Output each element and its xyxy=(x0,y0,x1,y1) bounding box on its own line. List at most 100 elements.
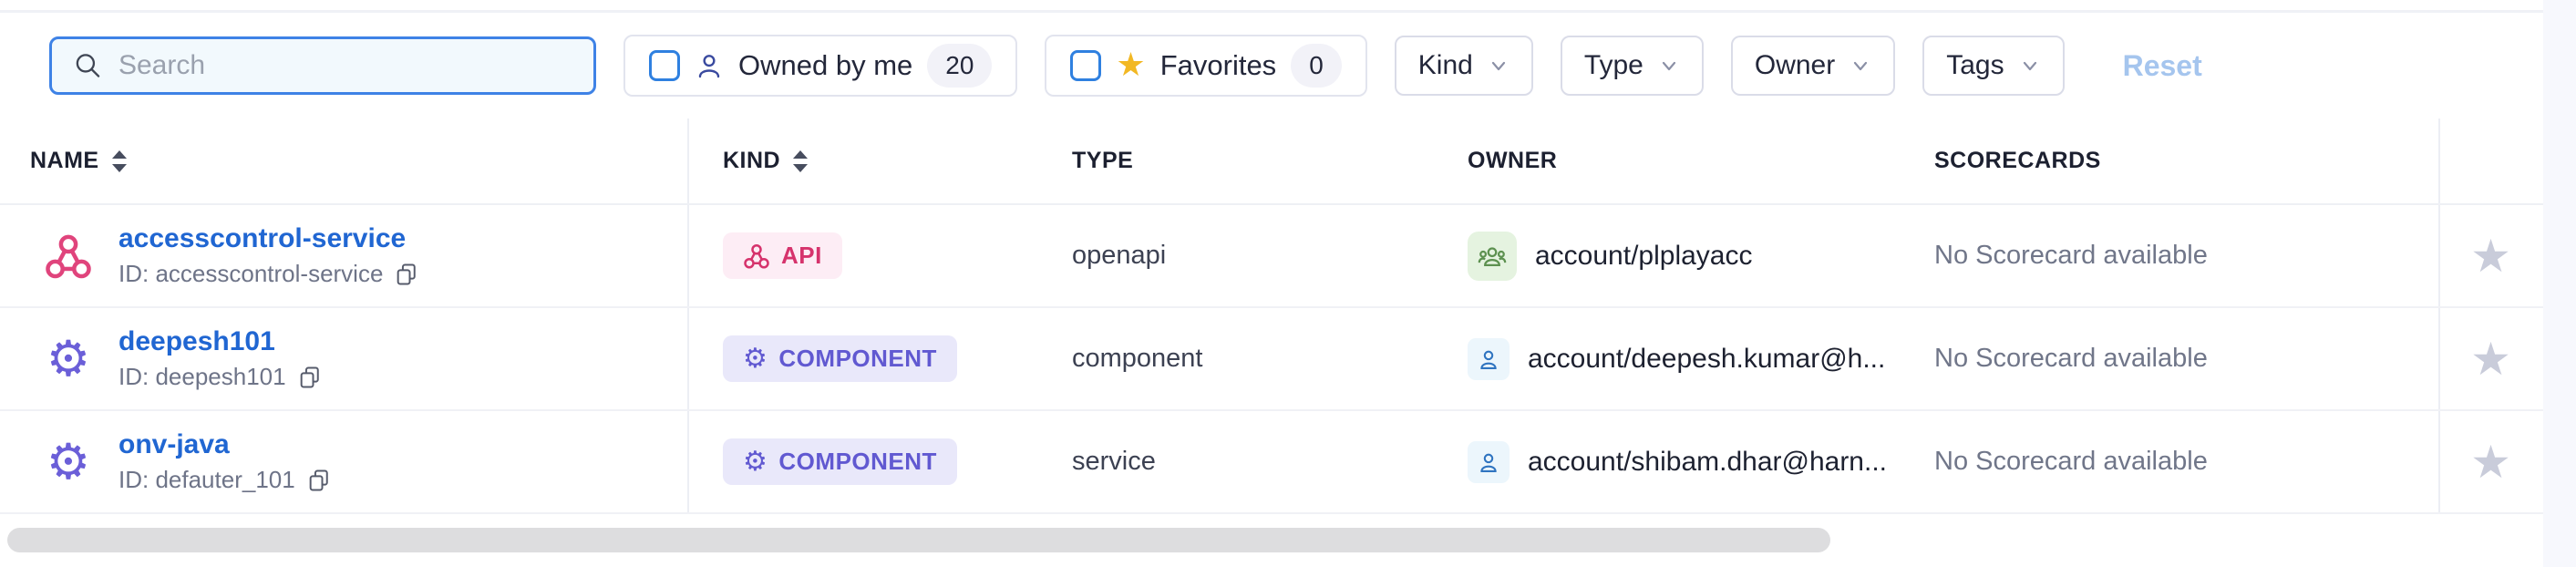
type-cell: openapi xyxy=(1072,205,1468,306)
scorecard-status: No Scorecard available xyxy=(1934,344,2208,374)
gear-icon: ⚙ xyxy=(42,438,95,487)
column-header-type: TYPE xyxy=(1072,119,1468,203)
kind-badge-label: API xyxy=(781,242,822,270)
entity-name-link[interactable]: deepesh101 xyxy=(118,326,323,357)
scorecard-status: No Scorecard available xyxy=(1934,447,2208,477)
owned-by-me-label: Owned by me xyxy=(738,49,912,82)
entity-name-link[interactable]: onv-java xyxy=(118,429,332,460)
user-icon xyxy=(1468,441,1510,483)
owner-cell: account/plplayacc xyxy=(1468,205,1934,306)
table-row[interactable]: ⚙ onv-java ID: defauter_101 ⚙ COMPONENT … xyxy=(0,411,2543,514)
kind-cell: API xyxy=(689,205,1072,306)
table-header: NAME KIND TYPE OWNER SCORECARDS xyxy=(0,119,2543,205)
gear-icon: ⚙ xyxy=(743,448,768,476)
type-value: component xyxy=(1072,344,1203,374)
column-header-favorite xyxy=(2438,119,2541,203)
name-header-label: NAME xyxy=(30,148,99,174)
catalog-card: Owned by me 20 ★ Favorites 0 Kind Type O… xyxy=(0,0,2543,567)
kind-cell: ⚙ COMPONENT xyxy=(689,308,1072,409)
kind-badge-component: ⚙ COMPONENT xyxy=(723,335,957,382)
owner-cell: account/shibam.dhar@harn... xyxy=(1468,411,1934,512)
column-header-name[interactable]: NAME xyxy=(0,119,689,203)
group-icon xyxy=(1468,232,1517,281)
kind-badge-component: ⚙ COMPONENT xyxy=(723,438,957,485)
entity-id-text: ID: defauter_101 xyxy=(118,466,295,494)
search-icon xyxy=(74,50,102,81)
owner-cell: account/deepesh.kumar@h... xyxy=(1468,308,1934,409)
kind-header-label: KIND xyxy=(723,148,780,174)
owned-by-me-count: 20 xyxy=(927,44,992,88)
owner-dropdown[interactable]: Owner xyxy=(1731,36,1895,96)
type-dropdown[interactable]: Type xyxy=(1561,36,1704,96)
entity-id: ID: accesscontrol-service xyxy=(118,260,419,288)
entity-name-cell: accesscontrol-service ID: accesscontrol-… xyxy=(0,205,689,306)
person-icon xyxy=(695,51,724,80)
scorecard-cell: No Scorecard available xyxy=(1934,411,2438,512)
filter-bar: Owned by me 20 ★ Favorites 0 Kind Type O… xyxy=(0,13,2543,119)
favorite-star-button[interactable]: ★ xyxy=(2470,439,2511,485)
type-header-label: TYPE xyxy=(1072,148,1133,174)
owner-dropdown-label: Owner xyxy=(1755,50,1835,81)
gear-icon: ⚙ xyxy=(743,345,768,373)
kind-cell: ⚙ COMPONENT xyxy=(689,411,1072,512)
chevron-down-icon xyxy=(1850,55,1871,77)
chevron-down-icon xyxy=(1658,55,1680,77)
kind-badge-label: COMPONENT xyxy=(778,345,937,373)
scorecard-cell: No Scorecard available xyxy=(1934,308,2438,409)
top-divider xyxy=(0,0,2543,13)
copy-icon[interactable] xyxy=(306,468,332,493)
owner-header-label: OWNER xyxy=(1468,148,1557,174)
favorites-filter[interactable]: ★ Favorites 0 xyxy=(1045,35,1366,97)
column-header-scorecards: SCORECARDS xyxy=(1934,119,2438,203)
scorecard-cell: No Scorecard available xyxy=(1934,205,2438,306)
column-header-owner: OWNER xyxy=(1468,119,1934,203)
entity-name-cell: ⚙ onv-java ID: defauter_101 xyxy=(0,411,689,512)
favorites-star-icon: ★ xyxy=(1116,49,1145,82)
table-row[interactable]: accesscontrol-service ID: accesscontrol-… xyxy=(0,205,2543,308)
copy-icon[interactable] xyxy=(297,365,323,390)
type-dropdown-label: Type xyxy=(1584,50,1643,81)
sort-icon[interactable] xyxy=(110,149,129,174)
tags-dropdown[interactable]: Tags xyxy=(1922,36,2064,96)
owned-by-me-filter[interactable]: Owned by me 20 xyxy=(623,35,1017,97)
favorites-checkbox[interactable] xyxy=(1070,50,1101,81)
owner-value: account/shibam.dhar@harn... xyxy=(1528,447,1887,478)
scorecard-status: No Scorecard available xyxy=(1934,241,2208,271)
type-cell: component xyxy=(1072,308,1468,409)
search-input[interactable] xyxy=(118,50,572,81)
copy-icon[interactable] xyxy=(394,262,419,287)
scorecards-header-label: SCORECARDS xyxy=(1934,148,2101,174)
user-icon xyxy=(1468,338,1510,380)
type-cell: service xyxy=(1072,411,1468,512)
entity-name-cell: ⚙ deepesh101 ID: deepesh101 xyxy=(0,308,689,409)
kind-dropdown-label: Kind xyxy=(1418,50,1473,81)
table-row[interactable]: ⚙ deepesh101 ID: deepesh101 ⚙ COMPONENT … xyxy=(0,308,2543,411)
kind-badge-label: COMPONENT xyxy=(778,448,937,476)
entity-name-link[interactable]: accesscontrol-service xyxy=(118,223,419,254)
sort-icon[interactable] xyxy=(791,149,809,174)
api-icon xyxy=(42,232,95,281)
kind-dropdown[interactable]: Kind xyxy=(1395,36,1533,96)
chevron-down-icon xyxy=(2019,55,2041,77)
owner-value: account/deepesh.kumar@h... xyxy=(1528,344,1885,375)
owned-by-me-checkbox[interactable] xyxy=(649,50,680,81)
entity-id-text: ID: deepesh101 xyxy=(118,363,286,391)
kind-badge-api: API xyxy=(723,232,842,279)
tags-dropdown-label: Tags xyxy=(1946,50,2004,81)
entity-id: ID: defauter_101 xyxy=(118,466,332,494)
entity-id: ID: deepesh101 xyxy=(118,363,323,391)
entity-id-text: ID: accesscontrol-service xyxy=(118,260,383,288)
favorites-count: 0 xyxy=(1291,44,1342,88)
reset-filters-button[interactable]: Reset xyxy=(2123,49,2202,83)
favorite-cell: ★ xyxy=(2438,205,2541,306)
horizontal-scrollbar-thumb[interactable] xyxy=(7,528,1830,552)
owner-value: account/plplayacc xyxy=(1535,241,1752,272)
favorite-cell: ★ xyxy=(2438,411,2541,512)
column-header-kind[interactable]: KIND xyxy=(689,119,1072,203)
favorite-star-button[interactable]: ★ xyxy=(2470,336,2511,382)
favorites-label: Favorites xyxy=(1160,49,1276,82)
gear-icon: ⚙ xyxy=(42,335,95,384)
chevron-down-icon xyxy=(1488,55,1510,77)
favorite-star-button[interactable]: ★ xyxy=(2470,233,2511,279)
search-box[interactable] xyxy=(49,36,596,95)
